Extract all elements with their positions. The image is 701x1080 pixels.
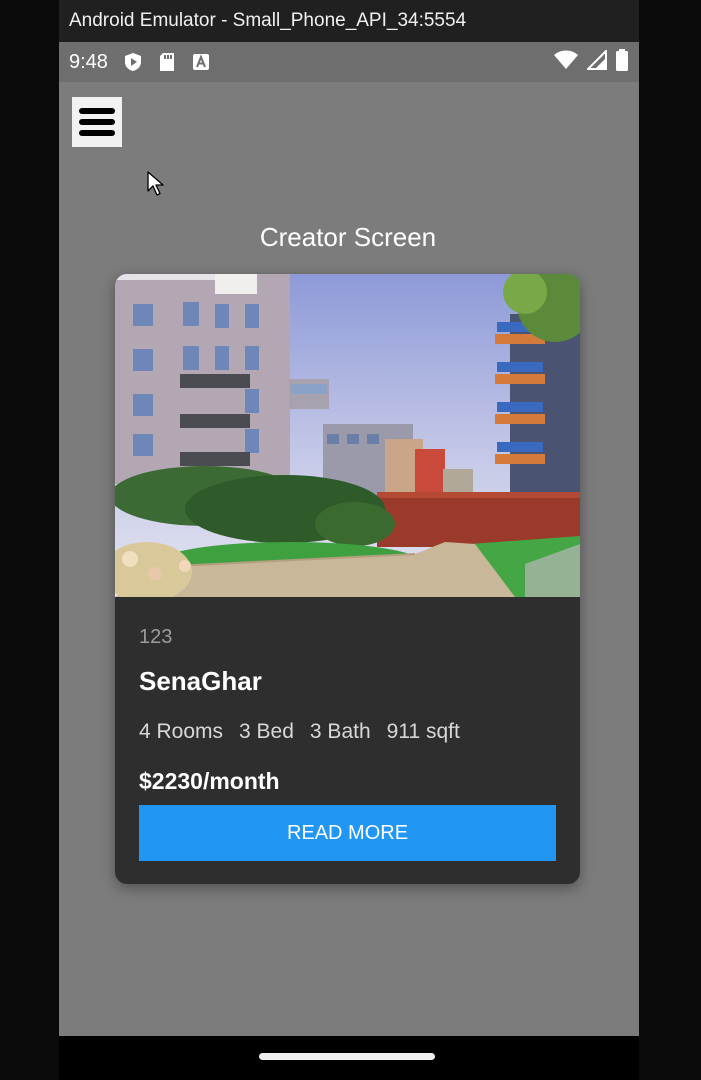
a-notification-icon xyxy=(190,51,212,73)
emulator-title: Android Emulator - Small_Phone_API_34:55… xyxy=(69,10,467,31)
feature-bed: 3 Bed xyxy=(239,720,294,743)
feature-rooms: 4 Rooms xyxy=(139,720,224,743)
play-protect-icon xyxy=(122,51,144,73)
feature-area: 911 sqft xyxy=(386,720,460,743)
home-gesture-handle[interactable] xyxy=(259,1053,435,1060)
property-name: SenaGhar xyxy=(139,666,262,696)
sd-card-icon xyxy=(156,51,178,73)
property-features: 4 Rooms 3 Bed 3 Bath 911 sqft xyxy=(139,720,476,744)
signal-icon xyxy=(585,48,607,75)
mouse-cursor-icon xyxy=(147,171,164,196)
property-card[interactable]: 123 SenaGhar 4 Rooms 3 Bed 3 Bath 911 sq… xyxy=(115,274,580,884)
status-bar: 9:48 xyxy=(59,42,639,82)
wifi-icon xyxy=(553,50,579,75)
emulator-window: Android Emulator - Small_Phone_API_34:55… xyxy=(59,0,639,1080)
property-price: $2230/month xyxy=(139,768,280,794)
hamburger-menu-icon xyxy=(79,108,115,136)
battery-icon xyxy=(615,48,629,76)
emulator-title-bar: Android Emulator - Small_Phone_API_34:55… xyxy=(59,0,639,42)
hamburger-menu-button[interactable] xyxy=(72,97,122,147)
property-id: 123 xyxy=(139,626,173,648)
property-photo xyxy=(115,274,580,597)
feature-bath: 3 Bath xyxy=(309,720,371,743)
status-right-icons xyxy=(553,48,629,76)
navigation-bar xyxy=(59,1036,639,1080)
read-more-button[interactable]: READ MORE xyxy=(139,805,556,861)
app-screen: Creator Screen 123 SenaGhar 4 Rooms 3 Be… xyxy=(59,82,639,1036)
screen-title: Creator Screen xyxy=(259,222,437,252)
status-time: 9:48 xyxy=(69,50,108,73)
